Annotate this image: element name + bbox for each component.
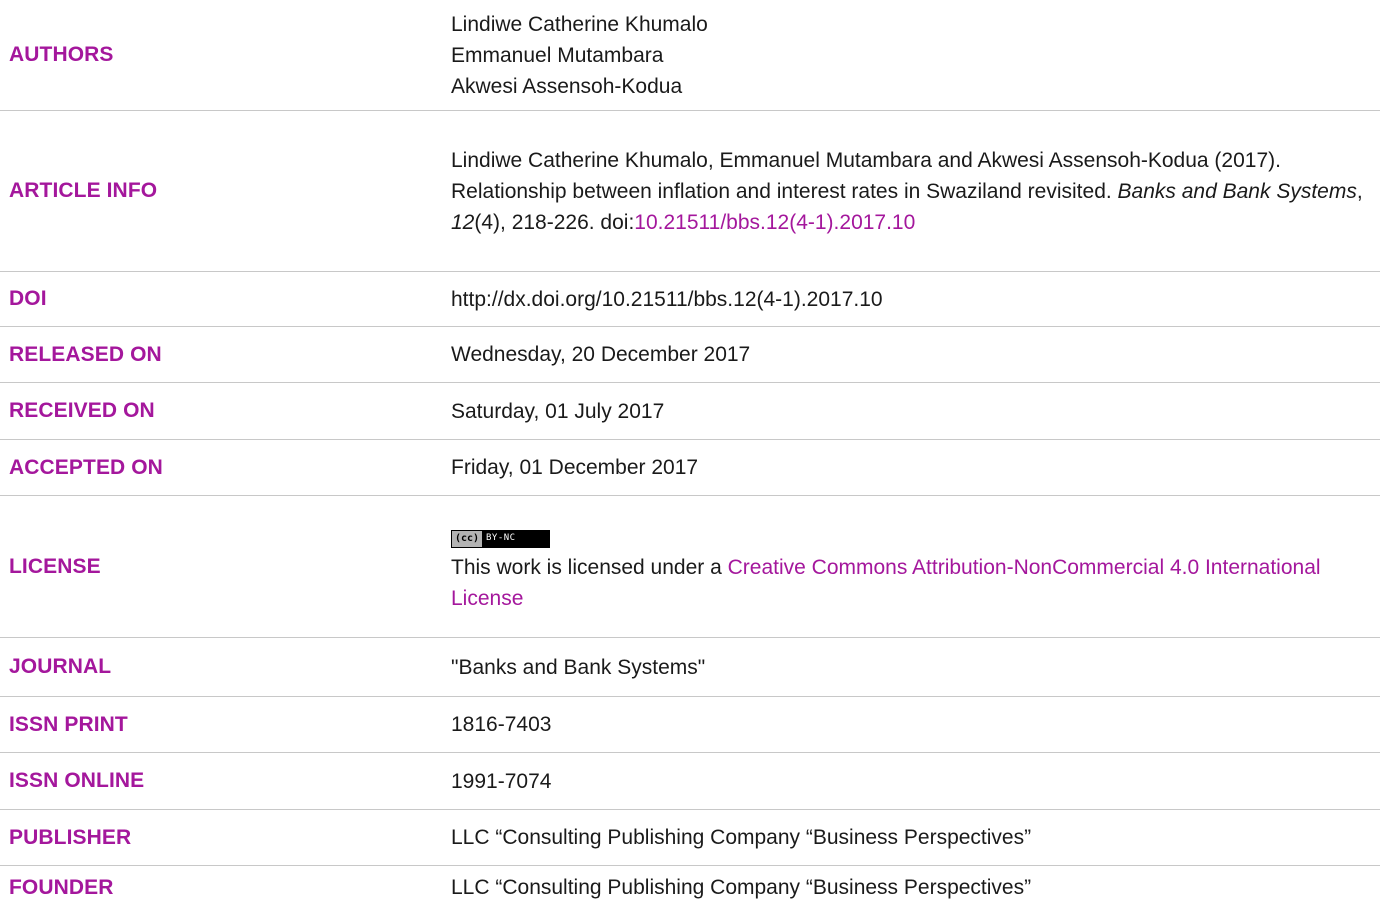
citation-separator: ,	[1356, 179, 1363, 203]
issn-online-label: ISSN ONLINE	[9, 769, 145, 792]
cc-by-nc-badge-icon[interactable]: (cc) BY-NC	[451, 529, 550, 548]
row-publisher: PUBLISHER LLC “Consulting Publishing Com…	[0, 810, 1380, 866]
doi-link[interactable]: 10.21511/bbs.12(4-1).2017.10	[634, 211, 915, 234]
row-journal: JOURNAL "Banks and Bank Systems"	[0, 638, 1380, 697]
author-name: Lindiwe Catherine Khumalo	[451, 12, 708, 36]
license-text: This work is licensed under a	[451, 555, 728, 579]
citation-volume: 12	[451, 210, 475, 234]
released-on-value: Wednesday, 20 December 2017	[451, 343, 751, 366]
article-metadata-table: AUTHORS Lindiwe Catherine Khumalo Emmanu…	[0, 0, 1380, 909]
publisher-label: PUBLISHER	[9, 825, 132, 849]
cc-badge-right: BY-NC	[486, 533, 516, 544]
journal-label: JOURNAL	[9, 655, 112, 678]
issn-print-label: ISSN PRINT	[9, 712, 128, 736]
row-doi: DOI http://dx.doi.org/10.21511/bbs.12(4-…	[0, 272, 1380, 327]
row-released-on: RELEASED ON Wednesday, 20 December 2017	[0, 327, 1380, 383]
issn-print-value: 1816-7403	[451, 713, 552, 736]
row-founder: FOUNDER LLC “Consulting Publishing Compa…	[0, 866, 1380, 909]
row-issn-print: ISSN PRINT 1816-7403	[0, 697, 1380, 753]
citation-journal: Banks and Bank Systems	[1117, 179, 1357, 203]
author-name: Emmanuel Mutambara	[451, 43, 664, 67]
row-accepted-on: ACCEPTED ON Friday, 01 December 2017	[0, 440, 1380, 496]
article-info-label: ARTICLE INFO	[9, 179, 158, 202]
license-value: (cc) BY-NC This work is licensed under a…	[442, 519, 1380, 614]
row-issn-online: ISSN ONLINE 1991-7074	[0, 753, 1380, 810]
founder-label: FOUNDER	[9, 875, 114, 899]
license-label: LICENSE	[9, 554, 101, 578]
authors-value: Lindiwe Catherine Khumalo Emmanuel Mutam…	[442, 9, 1380, 102]
row-authors: AUTHORS Lindiwe Catherine Khumalo Emmanu…	[0, 0, 1380, 111]
accepted-on-value: Friday, 01 December 2017	[451, 456, 699, 479]
citation-issue-pages: (4), 218-226. doi:	[474, 210, 635, 234]
doi-label: DOI	[9, 287, 47, 310]
row-received-on: RECEIVED ON Saturday, 01 July 2017	[0, 383, 1380, 440]
received-on-value: Saturday, 01 July 2017	[451, 399, 665, 423]
row-license: LICENSE (cc) BY-NC This work is licensed…	[0, 496, 1380, 638]
founder-value: LLC “Consulting Publishing Company “Busi…	[451, 876, 1032, 899]
author-name: Akwesi Assensoh-Kodua	[451, 74, 683, 98]
issn-online-value: 1991-7074	[451, 769, 552, 793]
authors-label: AUTHORS	[9, 43, 114, 66]
journal-value: "Banks and Bank Systems"	[451, 655, 706, 679]
cc-badge-left: (cc)	[452, 530, 482, 547]
publisher-value: LLC “Consulting Publishing Company “Busi…	[451, 826, 1032, 849]
received-on-label: RECEIVED ON	[9, 399, 155, 422]
row-article-info: ARTICLE INFO Lindiwe Catherine Khumalo, …	[0, 111, 1380, 272]
doi-value: http://dx.doi.org/10.21511/bbs.12(4-1).2…	[451, 287, 883, 311]
article-info-value: Lindiwe Catherine Khumalo, Emmanuel Muta…	[442, 145, 1380, 238]
released-on-label: RELEASED ON	[9, 342, 162, 366]
accepted-on-label: ACCEPTED ON	[9, 455, 163, 479]
